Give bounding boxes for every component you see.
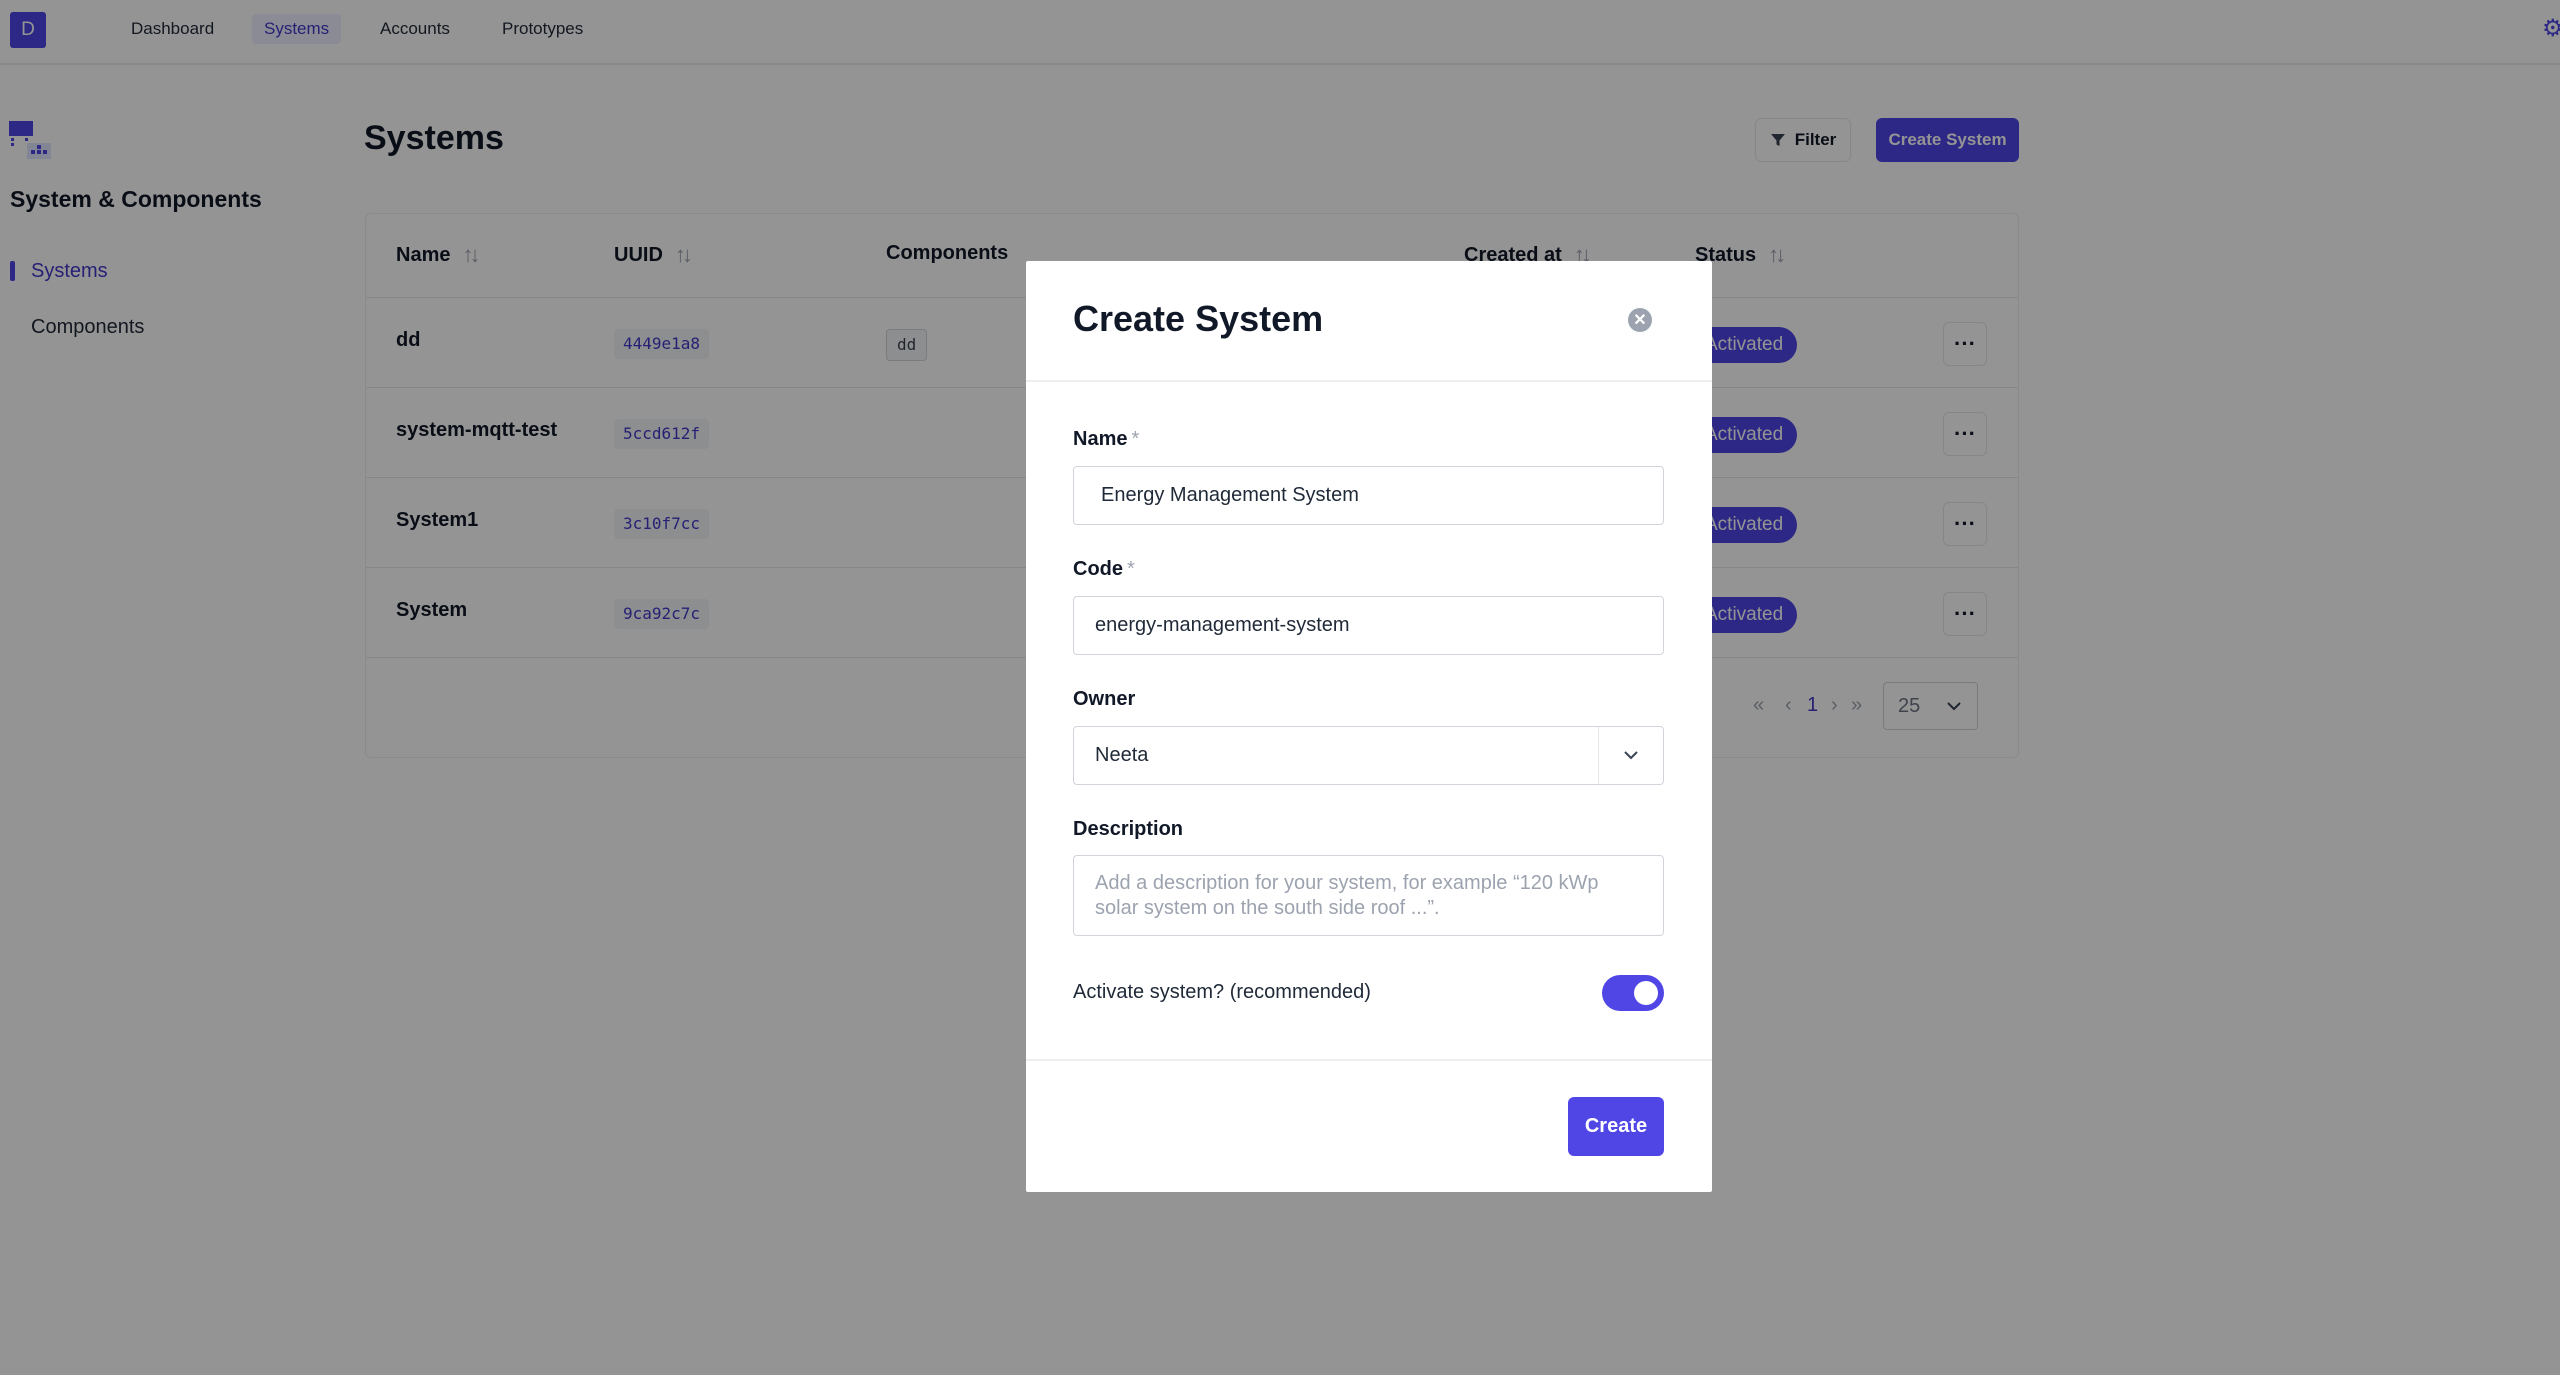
close-icon[interactable]: ✕ [1628,308,1652,332]
description-textarea[interactable]: Add a description for your system, for e… [1073,855,1664,936]
description-label: Description [1073,818,1184,840]
dialog-title: Create System [1073,298,1324,339]
toggle-knob [1634,981,1658,1005]
code-field[interactable]: energy-management-system [1073,596,1664,655]
create-button[interactable]: Create [1568,1097,1664,1156]
owner-select[interactable]: Neeta [1073,726,1664,785]
code-label-text: Code [1073,558,1123,580]
required-mark: * [1127,558,1135,580]
divider [1026,380,1712,382]
name-label: Name * [1073,428,1139,451]
create-system-dialog: Create System ✕ Name * Energy Management … [1026,261,1712,1192]
owner-value: Neeta [1095,744,1149,766]
code-label: Code * [1073,558,1135,581]
activate-toggle[interactable] [1602,975,1664,1011]
divider [1026,1059,1712,1061]
owner-label: Owner [1073,688,1136,710]
name-label-text: Name [1073,428,1128,450]
activate-label: Activate system? (recommended) [1073,981,1371,1003]
select-divider [1598,727,1599,784]
name-field[interactable]: Energy Management System [1073,466,1664,525]
required-mark: * [1131,428,1140,450]
chevron-down-icon[interactable] [1621,745,1641,765]
